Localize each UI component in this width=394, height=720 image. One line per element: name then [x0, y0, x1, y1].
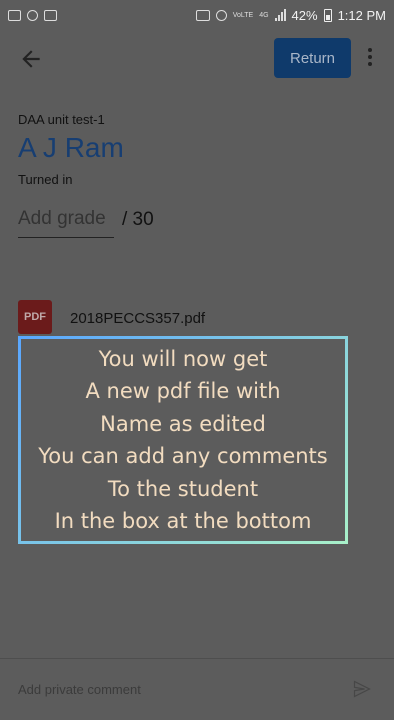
status-bar-right: VoLTE 4G 42% 1:12 PM — [195, 7, 386, 23]
private-comment-input[interactable]: Add private comment — [18, 682, 141, 697]
status-time: 1:12 PM — [337, 7, 386, 23]
status-bar-left — [8, 9, 57, 21]
volte-icon: VoLTE — [232, 11, 254, 19]
annotation-line: You will now get — [98, 346, 268, 371]
battery-percent: 42% — [291, 7, 318, 23]
app-bar: Return — [0, 30, 394, 88]
assignment-title: DAA unit test-1 — [18, 112, 105, 127]
send-icon[interactable] — [352, 679, 372, 699]
mute-icon — [215, 9, 227, 21]
signal-icon — [274, 9, 286, 21]
status-bar: VoLTE 4G 42% 1:12 PM — [0, 0, 394, 30]
annotation-line: To the student — [107, 476, 259, 501]
video-icon — [8, 9, 21, 21]
private-comment-bar: Add private comment — [0, 658, 394, 720]
arrow-back-icon[interactable] — [18, 46, 44, 72]
annotation-line: Name as edited — [100, 411, 266, 436]
annotation-overlay: You will now get A new pdf file with Nam… — [18, 336, 348, 544]
battery-icon — [323, 8, 332, 22]
grade-input[interactable]: Add grade — [18, 208, 114, 238]
pdf-icon[interactable]: PDF — [18, 300, 52, 334]
annotation-line: In the box at the bottom — [54, 509, 312, 534]
more-vert-icon[interactable] — [364, 48, 376, 70]
return-button[interactable]: Return — [274, 38, 351, 78]
annotation-line: A new pdf file with — [85, 379, 281, 404]
attachment-file-name[interactable]: 2018PECCS357.pdf — [70, 310, 205, 327]
grade-total: / 30 — [122, 209, 154, 230]
submission-status: Turned in — [18, 172, 73, 187]
cast-icon — [195, 9, 210, 21]
network-type-label: 4G — [259, 11, 269, 19]
image-icon — [44, 9, 57, 21]
apps-icon — [27, 9, 38, 21]
annotation-line: You can add any comments — [38, 444, 328, 469]
student-name: A J Ram — [18, 132, 124, 163]
